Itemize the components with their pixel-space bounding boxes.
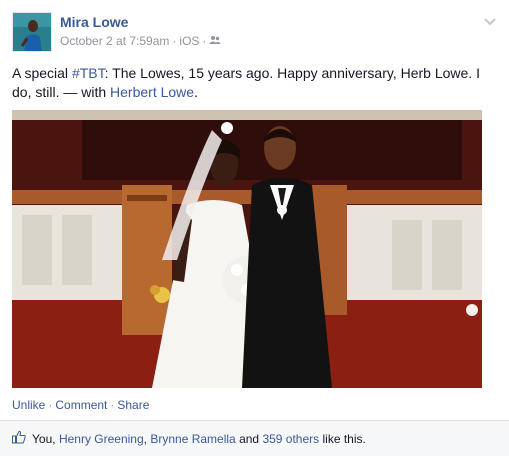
share-button[interactable]: Share bbox=[117, 398, 149, 412]
likes-you: You bbox=[32, 431, 53, 446]
liker-link[interactable]: Henry Greening bbox=[59, 432, 144, 446]
action-separator: · bbox=[48, 398, 53, 412]
action-separator: · bbox=[110, 398, 115, 412]
post-text-end: . bbox=[194, 84, 198, 100]
author-avatar[interactable] bbox=[12, 12, 52, 52]
meta-separator: · bbox=[202, 34, 207, 48]
chevron-down-icon[interactable] bbox=[483, 14, 497, 28]
post-message: A special #TBT: The Lowes, 15 years ago.… bbox=[12, 64, 497, 102]
unlike-button[interactable]: Unlike bbox=[12, 398, 45, 412]
thumbs-up-icon bbox=[12, 430, 26, 447]
post-actions: Unlike · Comment · Share bbox=[12, 398, 149, 412]
others-link[interactable]: 359 others bbox=[262, 432, 319, 446]
post-text-prefix: A special bbox=[12, 65, 72, 81]
likes-summary: You, Henry Greening, Brynne Ramella and … bbox=[0, 420, 509, 456]
liker-link[interactable]: Brynne Ramella bbox=[150, 432, 235, 446]
hashtag-link[interactable]: #TBT bbox=[72, 65, 105, 81]
author-name[interactable]: Mira Lowe bbox=[60, 14, 128, 30]
post-photo[interactable] bbox=[12, 110, 482, 388]
friends-icon[interactable] bbox=[209, 34, 222, 48]
meta-separator: · bbox=[172, 34, 177, 48]
post-timestamp[interactable]: October 2 at 7:59am bbox=[60, 34, 169, 48]
post-source[interactable]: iOS bbox=[179, 34, 199, 48]
feed-story: Mira Lowe October 2 at 7:59am · iOS · A … bbox=[0, 0, 509, 456]
tagged-user-link[interactable]: Herbert Lowe bbox=[110, 84, 194, 100]
comment-button[interactable]: Comment bbox=[55, 398, 107, 412]
post-meta: October 2 at 7:59am · iOS · bbox=[60, 34, 222, 48]
